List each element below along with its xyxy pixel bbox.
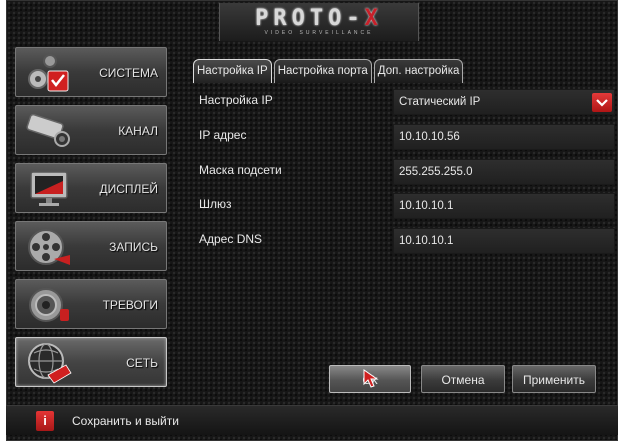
tab-advanced-settings[interactable]: Доп. настройка	[373, 59, 464, 83]
dns-field[interactable]: 10.10.10.1	[393, 228, 615, 254]
info-icon: i	[36, 411, 54, 431]
cancel-button[interactable]: Отмена	[421, 365, 505, 393]
logo-subtitle: VIDEO SURVEILLANCE	[264, 30, 374, 36]
sidebar-item-label: СИСТЕМА	[99, 66, 158, 80]
dns-row: Адрес DNS 10.10.10.1	[197, 228, 617, 254]
sidebar-item-alarm[interactable]: ТРЕВОГИ	[15, 279, 167, 329]
settings-tabs: Настройка IP Настройка порта Доп. настро…	[193, 59, 465, 83]
tab-ip-settings[interactable]: Настройка IP	[193, 59, 272, 83]
mouse-cursor-icon	[363, 369, 379, 388]
ip-mode-row: Настройка IP Статический IP	[197, 89, 617, 115]
subnet-mask-field[interactable]: 255.255.255.0	[393, 159, 615, 185]
apply-button[interactable]: Применить	[512, 365, 596, 393]
sidebar-item-label: ТРЕВОГИ	[102, 298, 158, 312]
ip-address-row: IP адрес 10.10.10.56	[197, 124, 617, 150]
dvr-window: PROTO-X VIDEO SURVEILLANCE СИСТЕМА КАНАЛ…	[6, 0, 618, 441]
chevron-down-icon[interactable]	[592, 93, 612, 112]
sidebar-item-channel[interactable]: КАНАЛ	[15, 105, 167, 155]
logo-text: PROTO-X	[220, 6, 418, 31]
sidebar-item-label: ЗАПИСЬ	[109, 240, 158, 254]
alarm-icon	[26, 283, 72, 327]
status-text: Сохранить и выйти	[72, 414, 179, 428]
sidebar-item-network[interactable]: СЕТЬ	[15, 337, 167, 387]
film-reel-icon	[26, 225, 72, 269]
ip-mode-select[interactable]: Статический IP	[393, 89, 615, 115]
monitor-icon	[26, 167, 72, 211]
sidebar-item-label: СЕТЬ	[126, 356, 158, 370]
gateway-field[interactable]: 10.10.10.1	[393, 193, 615, 219]
sidebar-item-label: ДИСПЛЕЙ	[99, 182, 158, 196]
ip-mode-label: Настройка IP	[199, 93, 273, 107]
tab-port-settings[interactable]: Настройка порта	[273, 59, 372, 83]
brand-logo: PROTO-X VIDEO SURVEILLANCE	[219, 3, 419, 41]
globe-network-icon	[26, 341, 72, 385]
ip-address-field[interactable]: 10.10.10.56	[393, 124, 615, 150]
system-gear-icon	[26, 51, 72, 95]
header: PROTO-X VIDEO SURVEILLANCE	[7, 1, 617, 45]
logo-separator: -	[346, 6, 365, 31]
ip-address-label: IP адрес	[199, 128, 247, 142]
gateway-row: Шлюз 10.10.10.1	[197, 193, 617, 219]
camera-icon	[26, 109, 72, 153]
logo-x: X	[364, 6, 383, 31]
sidebar-item-label: КАНАЛ	[118, 124, 158, 138]
sidebar: СИСТЕМА КАНАЛ ДИСПЛЕЙ ЗАПИСЬ ТРЕВОГИ СЕТ…	[15, 47, 167, 395]
sidebar-item-record[interactable]: ЗАПИСЬ	[15, 221, 167, 271]
sidebar-item-display[interactable]: ДИСПЛЕЙ	[15, 163, 167, 213]
gateway-label: Шлюз	[199, 197, 232, 211]
logo-main-text: PROTO	[255, 6, 347, 31]
dns-label: Адрес DNS	[199, 232, 263, 246]
subnet-mask-label: Маска подсети	[199, 163, 282, 177]
ip-mode-value: Статический IP	[399, 96, 481, 108]
subnet-mask-row: Маска подсети 255.255.255.0	[197, 159, 617, 185]
sidebar-item-system[interactable]: СИСТЕМА	[15, 47, 167, 97]
status-bar: i Сохранить и выйти	[6, 405, 618, 435]
